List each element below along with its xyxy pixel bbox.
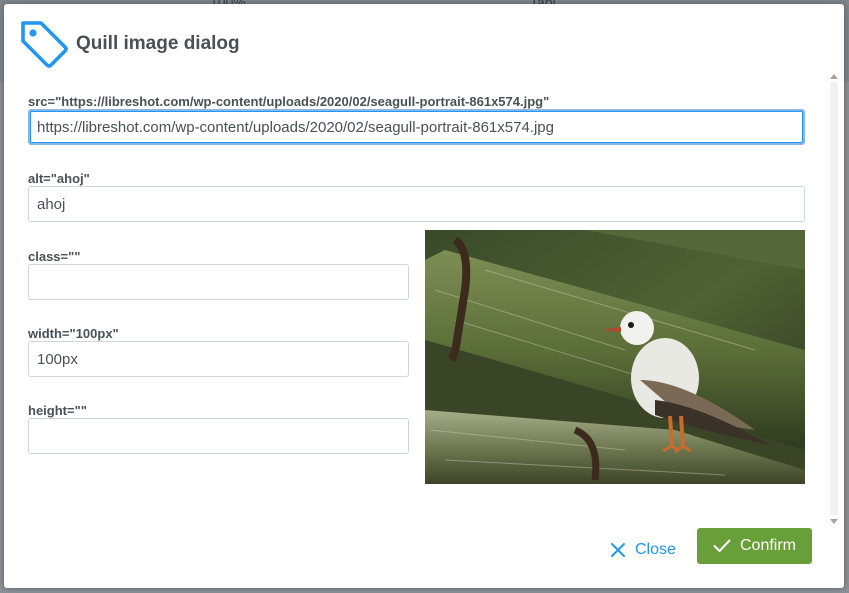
dialog-header: Quill image dialog bbox=[4, 4, 844, 74]
dialog-footer: Close Confirm bbox=[4, 524, 844, 588]
dialog-content[interactable]: src="https://libreshot.com/wp-content/up… bbox=[4, 70, 840, 525]
alt-label: alt="ahoj" bbox=[28, 171, 90, 186]
close-icon bbox=[611, 543, 625, 557]
scroll-up-arrow-icon[interactable] bbox=[830, 74, 838, 79]
width-input[interactable] bbox=[28, 341, 409, 377]
alt-input[interactable] bbox=[28, 186, 805, 222]
image-preview bbox=[425, 230, 805, 484]
close-button[interactable]: Close bbox=[602, 532, 684, 568]
content-scrollbar[interactable] bbox=[828, 70, 840, 527]
class-label: class="" bbox=[28, 249, 81, 264]
confirm-button-label: Confirm bbox=[739, 537, 796, 554]
confirm-button[interactable]: Confirm bbox=[697, 528, 812, 564]
scroll-track[interactable] bbox=[830, 82, 838, 515]
check-icon bbox=[713, 539, 731, 552]
close-button-label: Close bbox=[635, 541, 676, 558]
height-input[interactable] bbox=[28, 418, 409, 454]
tag-icon bbox=[21, 21, 68, 68]
height-label: height="" bbox=[28, 403, 87, 418]
width-label: width="100px" bbox=[28, 326, 119, 341]
class-input[interactable] bbox=[28, 264, 409, 300]
dialog-title: Quill image dialog bbox=[76, 33, 240, 54]
src-label: src="https://libreshot.com/wp-content/up… bbox=[28, 94, 550, 109]
image-dialog: Quill image dialog src="https://libresho… bbox=[4, 4, 844, 588]
src-input[interactable] bbox=[28, 109, 805, 145]
